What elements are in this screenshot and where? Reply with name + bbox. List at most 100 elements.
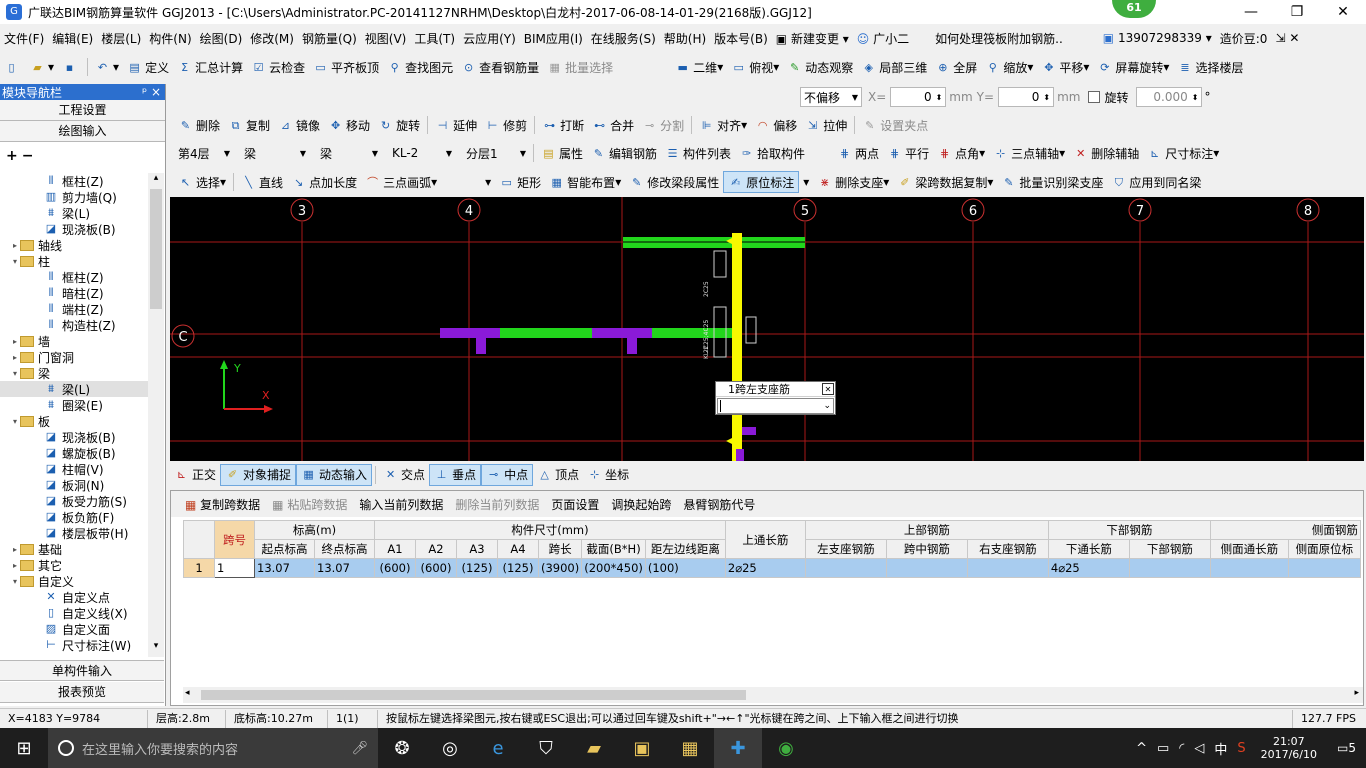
a2-cell[interactable]: (600): [415, 558, 457, 578]
collapse-icon[interactable]: ▾: [10, 257, 20, 266]
arc-dropdown[interactable]: ▾: [481, 171, 495, 193]
bottom-rebar-cell[interactable]: [1128, 558, 1211, 578]
beam-purple-4[interactable]: [736, 449, 744, 461]
tree-item[interactable]: ◪ 板受力筋(S): [0, 493, 148, 509]
menu-file[interactable]: 文件(F): [0, 30, 48, 47]
a3-cell[interactable]: (125): [456, 558, 498, 578]
chevron-down-icon[interactable]: ⌄: [823, 401, 831, 411]
notification-center[interactable]: ▭5: [1327, 741, 1366, 755]
batch-identify-support-button[interactable]: ✎ 批量识别梁支座: [997, 171, 1107, 193]
screen-rotate-button[interactable]: ⟳ 屏幕旋转 ▾: [1093, 56, 1173, 78]
drawing-input-button[interactable]: 绘图输入: [0, 121, 165, 142]
midpoint-toggle[interactable]: ⊸ 中点: [481, 463, 534, 486]
split-button[interactable]: ⊸ 分割: [638, 114, 688, 136]
tree-item[interactable]: ⊢ 尺寸标注(W): [0, 637, 148, 653]
menu-assistant[interactable]: ☺ 广小二: [853, 30, 913, 47]
span-cell[interactable]: 1: [214, 558, 255, 578]
menu-bim[interactable]: BIM应用(I): [520, 30, 587, 47]
align-button[interactable]: ⊫ 对齐 ▾: [695, 114, 751, 136]
menu-draw[interactable]: 绘图(D): [196, 30, 247, 47]
tree-item[interactable]: ◪ 现浇板(B): [0, 221, 148, 237]
dynamic-view-button[interactable]: ✎ 动态观察: [783, 56, 857, 78]
tree-item[interactable]: ⩩ 梁(L): [0, 381, 148, 397]
page-setup-button[interactable]: 页面设置: [545, 496, 605, 513]
app-button-2[interactable]: ▣: [618, 728, 666, 768]
beam-green-mid-2[interactable]: [652, 328, 732, 338]
menu-component[interactable]: 构件(N): [145, 30, 195, 47]
object-snap-toggle[interactable]: ✐ 对象捕捉: [220, 463, 297, 486]
grid-hscrollbar[interactable]: ◂ ▸: [183, 687, 1363, 703]
menu-new-change[interactable]: ▣ 新建变更 ▾: [772, 30, 853, 47]
scroll-thumb[interactable]: [150, 189, 162, 309]
element-select[interactable]: KL-2 ▼: [388, 143, 456, 163]
three-point-arc-button[interactable]: ⌒ 三点画弧 ▾: [361, 171, 441, 193]
menu-view[interactable]: 视图(V): [361, 30, 411, 47]
type-select[interactable]: 梁 ▼: [316, 143, 382, 163]
y-input[interactable]: 0 ⬍: [998, 87, 1055, 107]
annotation-box[interactable]: [713, 250, 727, 278]
cloud-check-button[interactable]: ☑ 云检查: [247, 56, 309, 78]
rotate-input[interactable]: 0.000 ⬍: [1136, 87, 1203, 107]
pan-button[interactable]: ✥ 平移 ▾: [1037, 56, 1093, 78]
save-button[interactable]: ▪: [58, 56, 84, 78]
apply-same-name-button[interactable]: ⛉ 应用到同名梁: [1107, 171, 1205, 193]
left-support-cell[interactable]: [804, 558, 887, 578]
scroll-down-icon[interactable]: ▾: [148, 641, 164, 657]
tree-item[interactable]: ◪ 板洞(N): [0, 477, 148, 493]
tree-item[interactable]: ▥ 剪力墙(Q): [0, 189, 148, 205]
project-settings-button[interactable]: 工程设置: [0, 100, 165, 121]
expand-icon[interactable]: ▸: [10, 545, 20, 554]
tree-item[interactable]: ◪ 现浇板(B): [0, 429, 148, 445]
paste-span-data-button[interactable]: ▦ 粘贴跨数据: [266, 496, 353, 513]
section-cell[interactable]: (200*450): [581, 558, 646, 578]
collapse-icon[interactable]: ▾: [10, 577, 20, 586]
expand-icon[interactable]: ▸: [10, 561, 20, 570]
orthogonal-toggle[interactable]: ⊾ 正交: [170, 464, 220, 486]
tree-item[interactable]: ⩩ 梁(L): [0, 205, 148, 221]
menu-help[interactable]: 帮助(H): [660, 30, 710, 47]
expand-all-icon[interactable]: +: [6, 148, 18, 164]
delete-column-button[interactable]: 删除当前列数据: [449, 496, 545, 513]
fullscreen-button[interactable]: ⊕ 全屏: [931, 56, 981, 78]
table-row[interactable]: 1 1 13.07 13.07 (600) (600) (125) (125) …: [183, 558, 1361, 578]
single-component-input-button[interactable]: 单构件输入: [0, 660, 164, 681]
spinner-icon[interactable]: ⬍: [1043, 93, 1050, 102]
tree-expand-collapse[interactable]: + −: [0, 142, 165, 170]
cantilever-code-button[interactable]: 悬臂钢筋代号: [677, 496, 761, 513]
tree-item[interactable]: ⫴ 框柱(Z): [0, 173, 148, 189]
select-button[interactable]: ↖ 选择 ▾: [174, 171, 230, 193]
parallel-button[interactable]: ⋕ 平行: [883, 142, 933, 164]
side-through-cell[interactable]: [1209, 558, 1289, 578]
beam-purple-stub-1[interactable]: [476, 338, 486, 354]
tree-item[interactable]: ⫴ 构造柱(Z): [0, 317, 148, 333]
left-distance-cell[interactable]: (100): [644, 558, 726, 578]
open-file-button[interactable]: ▰ ▾: [26, 56, 58, 78]
menu-modify[interactable]: 修改(M): [246, 30, 298, 47]
menu-tools[interactable]: 工具(T): [410, 30, 459, 47]
rectangle-button[interactable]: ▭ 矩形: [495, 171, 545, 193]
minimize-button[interactable]: —: [1228, 0, 1274, 24]
maximize-button[interactable]: ❐: [1274, 0, 1320, 24]
report-preview-button[interactable]: 报表预览: [0, 682, 164, 703]
dynamic-input-toggle[interactable]: ▦ 动态输入: [296, 463, 373, 486]
store-button[interactable]: ⛉: [522, 728, 570, 768]
beam-purple-stub-2[interactable]: [627, 338, 637, 354]
wifi-icon[interactable]: ◜: [1174, 741, 1189, 756]
tree-item[interactable]: ▸ 其它: [0, 557, 148, 573]
mirror-button[interactable]: ⊿ 镜像: [274, 114, 324, 136]
tray-chevron-icon[interactable]: ^: [1131, 741, 1152, 756]
menu-cloud[interactable]: 云应用(Y): [459, 30, 520, 47]
tree-item[interactable]: ▯ 自定义线(X): [0, 605, 148, 621]
tree-item[interactable]: ▸ 门窗洞: [0, 349, 148, 365]
input-column-button[interactable]: 输入当前列数据: [353, 496, 449, 513]
point-length-button[interactable]: ↘ 点加长度: [287, 171, 361, 193]
beam-purple-2[interactable]: [592, 328, 652, 338]
sogou-ime-icon[interactable]: S: [1232, 741, 1250, 756]
expand-icon[interactable]: ▸: [10, 241, 20, 250]
delete-support-button[interactable]: ⋇ 删除支座 ▾: [813, 171, 893, 193]
merge-button[interactable]: ⊷ 合并: [588, 114, 638, 136]
vertex-toggle[interactable]: △ 顶点: [533, 464, 583, 486]
rotate-button[interactable]: ↻ 旋转: [374, 114, 424, 136]
scroll-right-icon[interactable]: ▸: [1354, 688, 1359, 698]
glodon-app-button[interactable]: ✚: [714, 728, 762, 768]
